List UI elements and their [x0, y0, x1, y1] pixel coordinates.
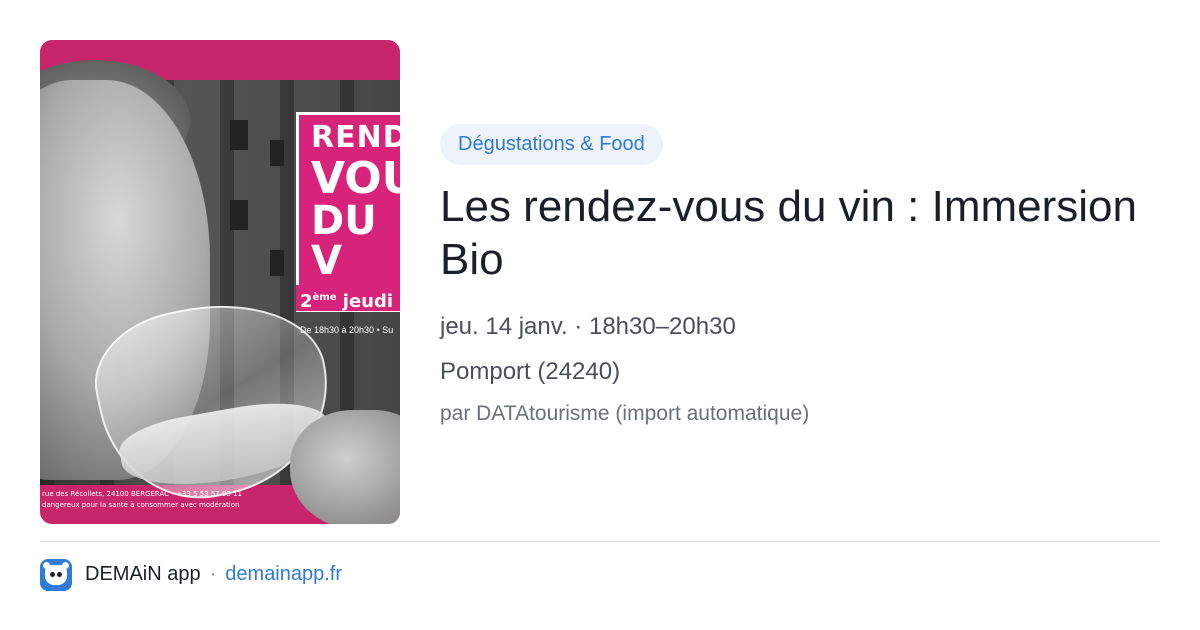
domain-link[interactable]: demainapp.fr [225, 563, 342, 586]
poster-footer-warning: dangereux pour la santé à consommer avec… [42, 501, 240, 509]
event-poster-image: REND VOU DU V 2ème jeudi d De 18h30 à 20… [40, 40, 400, 524]
event-author: par DATAtourisme (import automatique) [440, 402, 810, 425]
poster-sign: REND VOU DU V [296, 112, 400, 312]
event-title[interactable]: Les rendez-vous du vin : Immersion Bio [440, 180, 1170, 286]
poster-sign-hours: De 18h30 à 20h30 • Su [300, 325, 394, 335]
sign-band-text: jeudi d [342, 291, 400, 311]
sign-line-2: VOU [311, 153, 400, 204]
demain-app-icon [40, 558, 72, 591]
poster-footer-address: rue des Récollets, 24100 BERGERAC - +33 … [42, 490, 243, 498]
category-badge[interactable]: Dégustations & Food [440, 124, 663, 165]
sign-band-num: 2 [300, 291, 313, 311]
app-name: DEMAiN app [85, 563, 201, 585]
sign-line-3: DU V [311, 198, 377, 284]
sign-band-sup: ème [312, 292, 337, 303]
footer: DEMAiN app · demainapp.fr [40, 558, 342, 591]
footer-separator: · [209, 563, 217, 585]
poster-footer: rue des Récollets, 24100 BERGERAC - +33 … [40, 485, 400, 524]
footer-divider [40, 541, 1160, 542]
poster-sign-band: 2ème jeudi d [296, 285, 400, 311]
event-preview-card[interactable]: REND VOU DU V 2ème jeudi d De 18h30 à 20… [0, 0, 1200, 630]
event-date: jeu. 14 janv. · 18h30–20h30 [440, 313, 736, 340]
sign-line-1: REND [311, 120, 400, 155]
event-location: Pomport (24240) [440, 358, 621, 385]
